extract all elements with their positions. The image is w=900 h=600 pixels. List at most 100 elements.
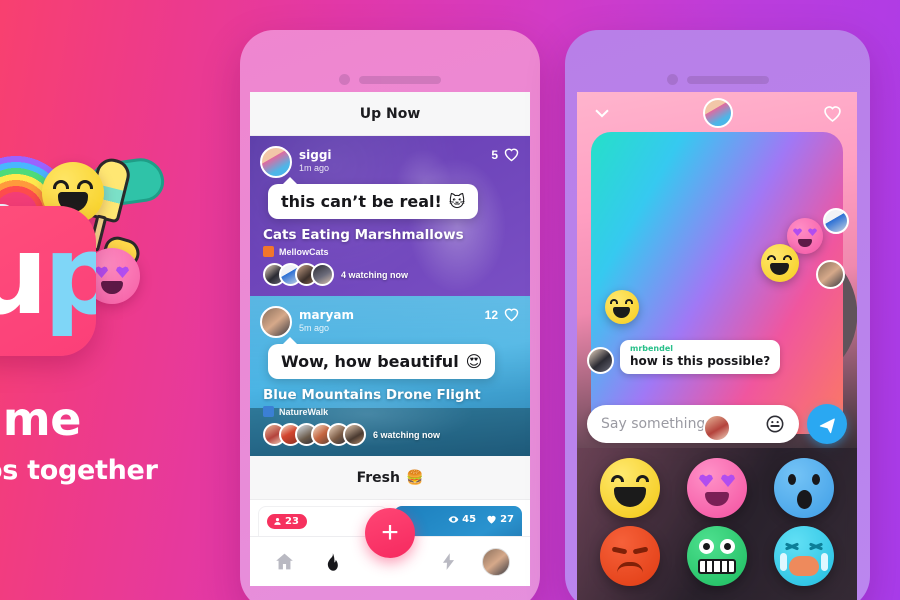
reaction-surprised-button[interactable]	[773, 458, 834, 518]
reaction-laugh-button[interactable]	[600, 458, 661, 518]
comment-text: this can’t be real!	[281, 192, 442, 211]
promo-screenshot: up time eos together Up Now sig	[0, 0, 900, 600]
heart-outline-icon[interactable]	[503, 146, 520, 163]
reaction-crying-button[interactable]	[773, 526, 834, 586]
send-icon[interactable]	[818, 415, 837, 434]
channel-icon	[263, 406, 274, 417]
burger-icon: 🍔	[405, 469, 424, 486]
promo-subline: eos together	[0, 455, 158, 486]
comment-text: Wow, how beautiful	[281, 352, 459, 371]
like-count: 12	[484, 307, 498, 322]
channel-name: MellowCats	[279, 246, 329, 257]
plus-icon: +	[381, 516, 399, 549]
emoji-icon[interactable]	[765, 414, 785, 434]
nav-home-button[interactable]	[269, 547, 299, 577]
like-group[interactable]: 12	[485, 306, 520, 323]
nav-trending-button[interactable]	[317, 547, 347, 577]
avatar[interactable]	[587, 347, 614, 374]
poster-name: siggi	[299, 148, 332, 163]
heart-filled-icon	[487, 515, 496, 524]
comment-emoji: 🐱	[448, 192, 466, 211]
floating-laugh-reaction	[605, 290, 639, 324]
poster-info: maryam 5m ago	[260, 306, 354, 338]
card-title: Blue Mountains Drone Flight	[263, 387, 481, 403]
section-header-fresh: Fresh 🍔	[250, 456, 530, 500]
say-something-placeholder: Say something...	[601, 416, 719, 432]
avatar[interactable]	[311, 263, 334, 286]
camera-icon	[666, 74, 678, 85]
video-subject	[723, 242, 740, 257]
create-button[interactable]: +	[365, 508, 415, 558]
feed-card[interactable]: maryam 5m ago 12 Wow, how beautiful 😍 Bl…	[250, 296, 530, 456]
viewer-count-badge: 23	[267, 514, 307, 529]
like-group[interactable]: 5	[491, 146, 520, 163]
chat-bubble: mrbendel how is this possible?	[620, 339, 781, 374]
avatar[interactable]	[260, 146, 292, 178]
viewer-avatar[interactable]	[823, 208, 849, 234]
card-top-bar: maryam 5m ago 12	[260, 306, 520, 338]
bolt-icon[interactable]	[439, 552, 458, 571]
channel-row[interactable]: MellowCats	[263, 246, 520, 257]
like-count: 5	[491, 147, 498, 162]
chevron-down-icon[interactable]	[591, 102, 613, 124]
nav-profile-button[interactable]	[481, 547, 511, 577]
reaction-heart-eyes-button[interactable]	[686, 458, 747, 518]
watching-now-label: 4 watching now	[341, 269, 409, 280]
watchers-row: 4 watching now	[263, 263, 520, 286]
avatar[interactable]	[260, 306, 292, 338]
person-icon	[274, 518, 281, 525]
like-count: 27	[500, 514, 514, 525]
phone-mockup-feed: Up Now siggi 1m ago 5 this can’t be real…	[240, 30, 540, 600]
viewer-comment-bubble: this can’t be real! 🐱	[268, 177, 479, 219]
speaker-grill	[359, 75, 441, 84]
reaction-annoyed-button[interactable]	[600, 526, 661, 586]
card-title: Cats Eating Marshmallows	[263, 227, 464, 243]
live-video-player[interactable]: mrbendel how is this possible?	[577, 92, 857, 448]
card-meta: Cats Eating Marshmallows MellowCats 4 wa…	[263, 227, 520, 286]
watching-now-label: 6 watching now	[373, 429, 441, 440]
phone-mockup-watch-party: mrbendel how is this possible? Say somet…	[565, 30, 870, 600]
feed-card[interactable]: siggi 1m ago 5 this can’t be real! 🐱 Cat…	[250, 136, 530, 296]
app-logo-tile: up	[0, 206, 96, 356]
viewer-avatar[interactable]	[703, 414, 731, 442]
channel-row[interactable]: NatureWalk	[263, 406, 520, 417]
channel-icon	[263, 246, 274, 257]
host-avatar[interactable]	[702, 98, 733, 128]
watcher-avatars	[263, 263, 334, 286]
view-count: 45	[462, 514, 477, 525]
profile-avatar[interactable]	[482, 547, 510, 576]
card-top-bar: siggi 1m ago 5	[260, 146, 520, 178]
floating-laugh-reaction	[761, 244, 799, 282]
reaction-grin-button[interactable]	[686, 526, 747, 586]
watch-party-screen: mrbendel how is this possible? Say somet…	[577, 92, 857, 600]
poster-timestamp: 1m ago	[299, 163, 330, 174]
nav-activity-button[interactable]	[433, 547, 463, 577]
section-title-fresh: Fresh	[356, 469, 400, 486]
card-meta: Blue Mountains Drone Flight NatureWalk 6…	[263, 387, 520, 446]
section-header-up-now: Up Now	[250, 92, 530, 136]
live-chat-message: mrbendel how is this possible?	[587, 339, 781, 374]
app-logo-wordmark: up	[0, 211, 96, 339]
flame-icon[interactable]	[322, 552, 342, 572]
phone-notch	[339, 74, 441, 85]
video-top-bar	[577, 92, 857, 134]
home-icon[interactable]	[274, 551, 295, 572]
promo-headline: time	[0, 392, 81, 446]
heart-outline-icon[interactable]	[503, 306, 520, 323]
say-something-input[interactable]: Say something...	[587, 405, 799, 443]
camera-icon	[339, 74, 350, 85]
viewer-count: 23	[285, 516, 299, 527]
reaction-picker-panel	[577, 448, 857, 600]
fresh-tile-stats: 45 27	[448, 514, 514, 525]
heart-outline-icon[interactable]	[822, 103, 843, 124]
poster-name: maryam	[299, 308, 354, 323]
viewer-avatar[interactable]	[816, 260, 845, 289]
chat-message-text: how is this possible?	[630, 354, 771, 368]
promo-panel: up time eos together	[0, 0, 232, 600]
avatar[interactable]	[343, 423, 366, 446]
view-count-group: 45	[448, 514, 476, 525]
viewer-comment-bubble: Wow, how beautiful 😍	[268, 337, 496, 379]
watcher-avatars	[263, 423, 366, 446]
phone-notch	[666, 74, 769, 85]
send-button[interactable]	[807, 404, 847, 444]
